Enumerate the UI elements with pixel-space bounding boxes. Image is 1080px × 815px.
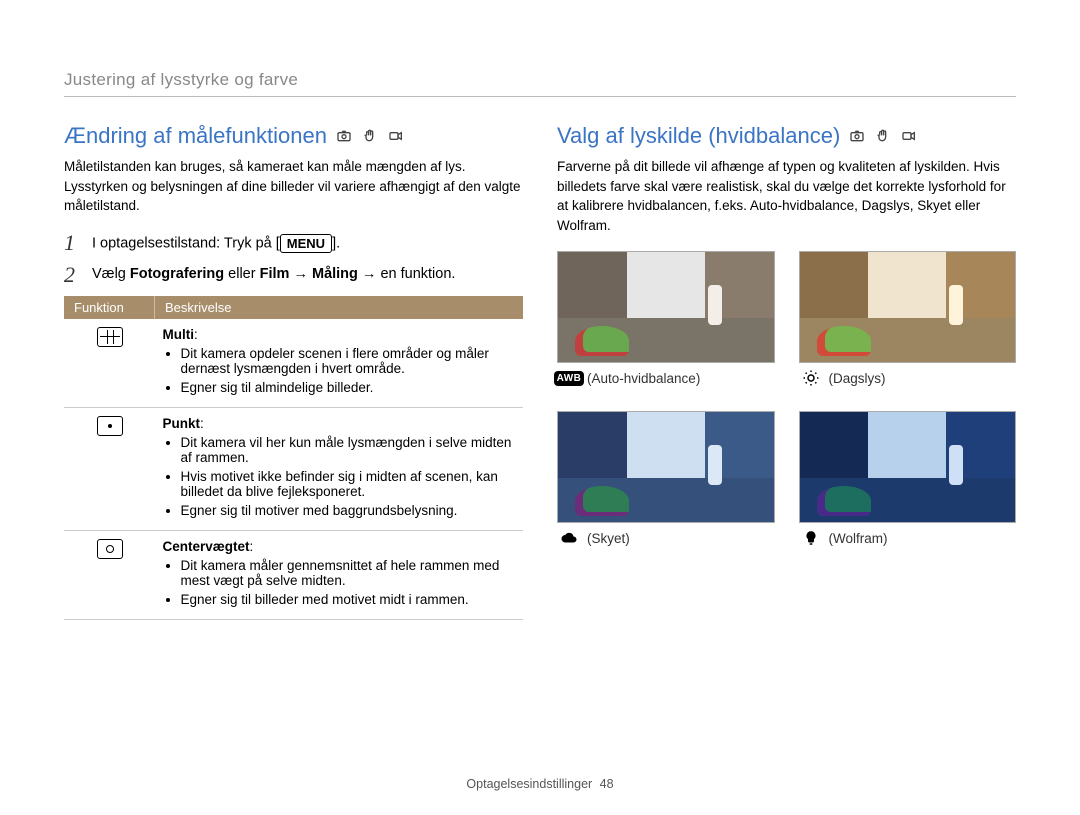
wb-sample-image (557, 411, 775, 523)
spot-metering-icon (97, 416, 123, 436)
left-column: Ændring af målefunktionen Måletilstanden… (64, 123, 523, 620)
wb-sample-image (799, 251, 1017, 363)
video-icon (900, 127, 918, 145)
table-row: Centervægtet: Dit kamera måler gennemsni… (64, 530, 523, 619)
step-2-text: Vælg Fotografering eller Film → Måling →… (92, 264, 455, 282)
table-header-function: Funktion (64, 296, 155, 319)
right-column: Valg af lyskilde (hvidbalance) Farverne … (557, 123, 1016, 620)
step-1: 1 I optagelsestilstand: Tryk på [MENU]. (64, 232, 523, 254)
wb-caption: (Auto-hvidbalance) (587, 371, 700, 386)
cloud-icon (557, 529, 581, 547)
bulb-icon (799, 529, 823, 547)
row-bullet: Egner sig til motiver med baggrundsbelys… (181, 503, 518, 518)
left-intro: Måletilstanden kan bruges, så kameraet k… (64, 157, 523, 216)
left-title-text: Ændring af målefunktionen (64, 123, 327, 149)
row-title-spot: Punkt (163, 416, 201, 431)
row-title-center: Centervægtet (163, 539, 250, 554)
hand-icon (874, 127, 892, 145)
metering-table: Funktion Beskrivelse Multi: Dit kamera o… (64, 296, 523, 620)
step-number-1: 1 (64, 232, 82, 254)
wb-sample-image (799, 411, 1017, 523)
wb-caption: (Wolfram) (829, 531, 888, 546)
hand-icon (361, 127, 379, 145)
right-intro: Farverne på dit billede vil afhænge af t… (557, 157, 1016, 235)
table-header-description: Beskrivelse (155, 296, 524, 319)
row-bullet: Dit kamera opdeler scenen i flere område… (181, 346, 518, 376)
row-bullet: Dit kamera vil her kun måle lysmængden i… (181, 435, 518, 465)
video-icon (387, 127, 405, 145)
sun-icon (799, 369, 823, 387)
step-number-2: 2 (64, 264, 82, 286)
row-bullet: Egner sig til billeder med motivet midt … (181, 592, 518, 607)
multi-metering-icon (97, 327, 123, 347)
footer-section: Optagelsesindstillinger (466, 777, 592, 791)
wb-thumbnails: AWB (Auto-hvidbalance) (Dagslys) (557, 251, 1016, 547)
page-number: 48 (600, 777, 614, 791)
right-title-text: Valg af lyskilde (hvidbalance) (557, 123, 840, 149)
wb-thumb-tungsten: (Wolfram) (799, 411, 1017, 547)
row-title-multi: Multi (163, 327, 195, 342)
awb-icon: AWB (557, 369, 581, 387)
wb-sample-image (557, 251, 775, 363)
center-metering-icon (97, 539, 123, 559)
right-section-title: Valg af lyskilde (hvidbalance) (557, 123, 1016, 149)
wb-thumb-auto: AWB (Auto-hvidbalance) (557, 251, 775, 387)
camera-icon (335, 127, 353, 145)
table-row: Punkt: Dit kamera vil her kun måle lysmæ… (64, 407, 523, 530)
manual-page: Justering af lysstyrke og farve Ændring … (0, 0, 1080, 815)
step-2: 2 Vælg Fotografering eller Film → Måling… (64, 264, 523, 286)
breadcrumb: Justering af lysstyrke og farve (64, 70, 1016, 97)
row-bullet: Egner sig til almindelige billeder. (181, 380, 518, 395)
wb-thumb-cloudy: (Skyet) (557, 411, 775, 547)
row-bullet: Dit kamera måler gennemsnittet af hele r… (181, 558, 518, 588)
table-row: Multi: Dit kamera opdeler scenen i flere… (64, 319, 523, 408)
wb-thumb-daylight: (Dagslys) (799, 251, 1017, 387)
wb-caption: (Skyet) (587, 531, 630, 546)
wb-caption: (Dagslys) (829, 371, 886, 386)
menu-button-label: MENU (280, 234, 332, 253)
camera-icon (848, 127, 866, 145)
step-1-text: I optagelsestilstand: Tryk på [MENU]. (92, 232, 340, 253)
page-footer: Optagelsesindstillinger 48 (0, 777, 1080, 791)
row-bullet: Hvis motivet ikke befinder sig i midten … (181, 469, 518, 499)
left-section-title: Ændring af målefunktionen (64, 123, 523, 149)
